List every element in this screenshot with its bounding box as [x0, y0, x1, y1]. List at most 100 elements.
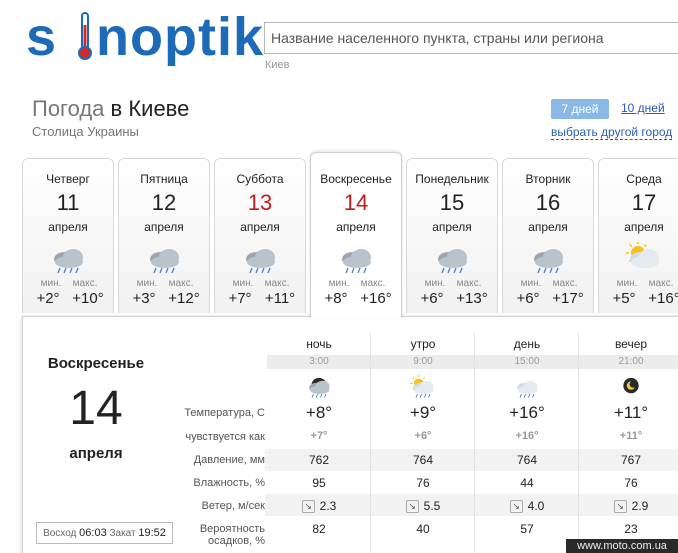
day-number: 12	[151, 190, 177, 215]
max-temp: +12°	[168, 290, 200, 307]
min-temp: +8°	[324, 290, 348, 307]
min-max-labels: мин. макс.	[119, 278, 209, 289]
min-max-labels: мин. макс.	[503, 278, 593, 289]
sun-cloud-rain-icon	[409, 375, 437, 399]
day-tab-15[interactable]: Понедельник 15 апреля мин. макс. +6° +13°	[406, 158, 498, 313]
period-hour: 21:00	[579, 355, 678, 369]
sun-cloud-icon	[624, 241, 664, 274]
day-tab-12[interactable]: Пятница 12 апреля мин. макс. +3° +12°	[118, 158, 210, 313]
day-number: 17	[631, 190, 657, 215]
day-month: апреля	[48, 220, 88, 234]
sunset-label: Закат	[109, 528, 136, 539]
max-label: макс.	[264, 278, 290, 289]
cell-pressure: 767	[620, 453, 642, 467]
cell-feels: +7°	[310, 430, 328, 442]
cell-temp: +11°	[613, 403, 649, 422]
column-divider	[370, 333, 371, 553]
cloud-rain-icon	[336, 242, 376, 274]
cloud-rain-icon	[528, 242, 568, 274]
sunrise-sunset: Восход 06:03 Закат 19:52	[36, 522, 173, 544]
wind-speed: 4.0	[527, 499, 545, 513]
wind-direction-icon: ↘	[301, 500, 315, 514]
detail-day-name: Воскресенье	[47, 355, 145, 372]
cell-pressure: 762	[308, 453, 330, 467]
tab-10-days[interactable]: 10 дней	[621, 101, 665, 115]
cell-feels: +6°	[414, 430, 432, 442]
logo-text-start: s	[26, 7, 58, 67]
cell-feels: +11°	[619, 430, 643, 442]
page-subtitle: Столица Украины	[32, 124, 139, 139]
min-label: мин.	[424, 278, 446, 289]
cell-temp: +16°	[509, 403, 545, 422]
day-number: 13	[247, 190, 273, 215]
wind-speed: 2.3	[319, 499, 337, 513]
thermometer-icon	[78, 12, 92, 60]
cell-wind: ↘ 2.9	[579, 499, 678, 514]
min-label: мин.	[136, 278, 158, 289]
day-tab-13[interactable]: Суббота 13 апреля мин. макс. +7° +11°	[214, 158, 306, 313]
day-name: Суббота	[236, 172, 284, 186]
tab-7-days[interactable]: 7 дней	[551, 99, 609, 119]
cell-pressure: 764	[516, 453, 538, 467]
min-label: мин.	[520, 278, 542, 289]
search-input[interactable]: Название населенного пункта, страны или …	[264, 22, 678, 54]
period-name: день	[513, 337, 541, 351]
min-max-labels: мин. макс.	[215, 278, 305, 289]
min-temp: +3°	[132, 290, 156, 307]
logo-text-end: noptik	[96, 7, 264, 67]
min-max-temps: +5° +16°	[599, 290, 678, 307]
title-prefix: Погода	[32, 96, 105, 121]
detail-month: апреля	[69, 445, 123, 462]
max-temp: +16°	[648, 290, 678, 307]
day-detail-panel: Воскресенье 14 апреля Восход 06:03 Закат…	[22, 316, 678, 553]
sunrise-time: 06:03	[79, 527, 107, 539]
min-max-temps: +6° +13°	[407, 290, 497, 307]
row-label-pressure: Давление, мм	[193, 454, 265, 466]
row-label-precip-1: Вероятность	[199, 523, 265, 535]
day-tab-14[interactable]: Воскресенье 14 апреля мин. макс. +8° +16°	[310, 152, 402, 318]
sinoptik-logo[interactable]: s noptik	[26, 2, 263, 72]
choose-city-link[interactable]: выбрать другой город	[551, 125, 673, 140]
cloud-rain-icon	[432, 242, 472, 274]
day-tab-11[interactable]: Четверг 11 апреля мин. макс. +2° +10°	[22, 158, 114, 313]
min-max-labels: мин. макс.	[311, 278, 401, 289]
day-name: Четверг	[46, 172, 90, 186]
day-number: 11	[56, 190, 80, 215]
min-label: мин.	[328, 278, 350, 289]
title-city: в Киеве	[110, 96, 190, 121]
cell-humidity: 76	[624, 476, 638, 490]
day-tab-17[interactable]: Среда 17 апреля мин. макс. +5° +16°	[598, 158, 678, 313]
cell-precip: 40	[416, 522, 430, 536]
max-temp: +10°	[72, 290, 104, 307]
search-hint[interactable]: Киев	[265, 59, 290, 71]
cloud-rain-icon	[48, 242, 88, 274]
row-label-wind: Ветер, м/сек	[201, 500, 265, 512]
sunrise-label: Восход	[43, 528, 77, 539]
min-temp: +7°	[228, 290, 252, 307]
cell-feels: +16°	[515, 430, 539, 442]
min-max-labels: мин. макс.	[407, 278, 497, 289]
max-label: макс.	[648, 278, 674, 289]
moon-cloud-icon	[617, 375, 645, 399]
day-month: апреля	[432, 220, 472, 234]
min-max-labels: мин. макс.	[23, 278, 113, 289]
min-label: мин.	[232, 278, 254, 289]
cell-wind: ↘ 5.5	[371, 499, 475, 514]
min-max-temps: +2° +10°	[23, 290, 113, 307]
max-label: макс.	[72, 278, 98, 289]
max-label: макс.	[168, 278, 194, 289]
day-number: 15	[439, 190, 465, 215]
cell-precip: 23	[624, 522, 638, 536]
day-name: Пятница	[140, 172, 188, 186]
cloud-light-rain-icon	[513, 375, 541, 399]
cell-precip: 82	[312, 522, 326, 536]
max-label: макс.	[360, 278, 386, 289]
day-tab-16[interactable]: Вторник 16 апреля мин. макс. +6° +17°	[502, 158, 594, 313]
page-title: Погода в Киеве	[32, 96, 189, 122]
cell-wind: ↘ 4.0	[475, 499, 579, 514]
min-temp: +5°	[612, 290, 636, 307]
column-divider	[474, 333, 475, 553]
period-name: ночь	[306, 337, 332, 351]
row-label-humidity: Влажность, %	[193, 477, 265, 489]
wind-direction-icon: ↘	[509, 500, 523, 514]
